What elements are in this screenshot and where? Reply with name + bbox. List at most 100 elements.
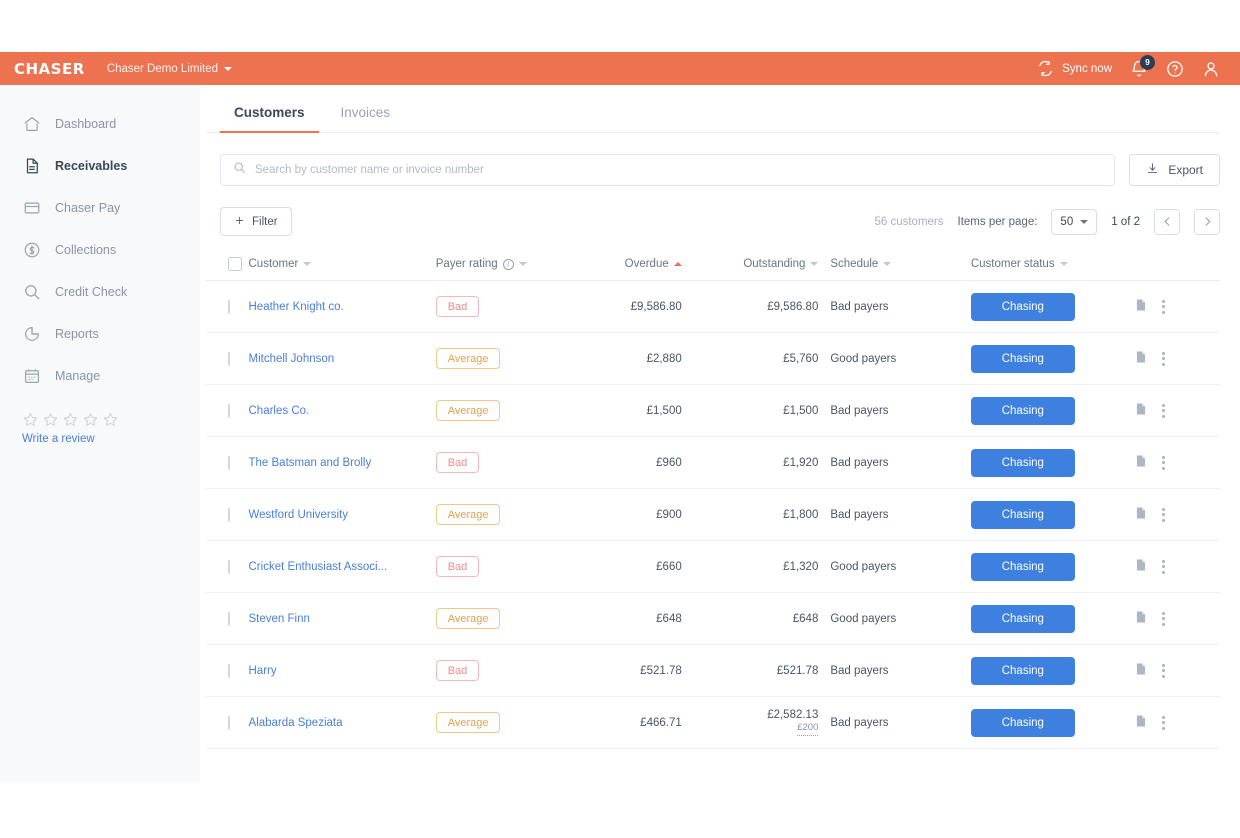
items-per-page-select[interactable]: 50 bbox=[1051, 208, 1098, 235]
star-rating[interactable] bbox=[22, 411, 200, 428]
sidebar-item-receivables[interactable]: Receivables bbox=[0, 145, 200, 187]
row-checkbox[interactable] bbox=[228, 663, 230, 678]
more-vertical-icon[interactable] bbox=[1161, 715, 1165, 730]
export-label: Export bbox=[1168, 163, 1203, 177]
customer-link[interactable]: Charles Co. bbox=[249, 405, 310, 417]
note-icon[interactable] bbox=[1134, 610, 1148, 627]
search-input[interactable] bbox=[255, 164, 1103, 176]
pagination-controls: 56 customers Items per page: 50 1 of 2 bbox=[874, 208, 1220, 235]
notifications-button[interactable]: 9 bbox=[1130, 54, 1155, 78]
row-checkbox[interactable] bbox=[228, 351, 230, 366]
write-a-review-link[interactable]: Write a review bbox=[22, 433, 200, 445]
row-checkbox[interactable] bbox=[228, 299, 230, 314]
customer-link[interactable]: Steven Finn bbox=[249, 613, 310, 625]
row-checkbox[interactable] bbox=[228, 611, 230, 626]
org-switcher[interactable]: Chaser Demo Limited bbox=[107, 63, 232, 75]
sidebar-item-manage[interactable]: Manage bbox=[0, 355, 200, 397]
sidebar-item-reports[interactable]: Reports bbox=[0, 313, 200, 355]
customer-link[interactable]: Alabarda Speziata bbox=[249, 717, 343, 729]
table-row[interactable]: The Batsman and Brolly Bad £960 £1,920 Bad p… bbox=[206, 436, 1220, 489]
note-icon[interactable] bbox=[1134, 714, 1148, 731]
more-vertical-icon[interactable] bbox=[1161, 403, 1165, 418]
note-icon[interactable] bbox=[1134, 350, 1148, 367]
customer-link[interactable]: Westford University bbox=[249, 509, 348, 521]
chasing-button[interactable]: Chasing bbox=[970, 344, 1075, 373]
column-overdue[interactable]: Overdue bbox=[577, 249, 694, 281]
table-row[interactable]: Heather Knight co. Bad £9,586.80 £9,586.80 B… bbox=[206, 280, 1220, 333]
chasing-button[interactable]: Chasing bbox=[970, 396, 1075, 425]
customer-link[interactable]: Mitchell Johnson bbox=[249, 353, 335, 365]
chevron-down-icon bbox=[1080, 219, 1089, 224]
export-button[interactable]: Export bbox=[1129, 154, 1220, 186]
chasing-button[interactable]: Chasing bbox=[970, 292, 1075, 321]
sidebar-item-chaser-pay[interactable]: Chaser Pay bbox=[0, 187, 200, 229]
help-icon[interactable] bbox=[1166, 60, 1184, 78]
sidebar-item-label: Manage bbox=[55, 369, 101, 383]
document-icon bbox=[22, 157, 41, 176]
row-select-cell bbox=[206, 280, 249, 333]
table-row[interactable]: Cricket Enthusiast Associ... Bad £660 £1,32… bbox=[206, 540, 1220, 593]
column-schedule[interactable]: Schedule bbox=[830, 249, 957, 281]
row-select-cell bbox=[206, 592, 249, 645]
note-icon[interactable] bbox=[1134, 662, 1148, 679]
tab-invoices[interactable]: Invoices bbox=[327, 105, 405, 132]
column-outstanding[interactable]: Outstanding bbox=[693, 249, 831, 281]
note-icon[interactable] bbox=[1134, 454, 1148, 471]
customer-link[interactable]: The Batsman and Brolly bbox=[249, 457, 372, 469]
more-vertical-icon[interactable] bbox=[1161, 299, 1165, 314]
table-row[interactable]: Alabarda Speziata Average £466.71 £2,582.13… bbox=[206, 696, 1220, 749]
row-checkbox[interactable] bbox=[228, 559, 230, 574]
more-vertical-icon[interactable] bbox=[1161, 455, 1165, 470]
table-row[interactable]: Charles Co. Average £1,500 £1,500 Bad payers… bbox=[206, 384, 1220, 437]
chasing-button[interactable]: Chasing bbox=[970, 708, 1075, 737]
filter-button[interactable]: Filter bbox=[220, 207, 292, 236]
row-select-cell bbox=[206, 436, 249, 489]
chaser-logo[interactable]: CHASER bbox=[14, 60, 85, 78]
chasing-button[interactable]: Chasing bbox=[970, 448, 1075, 477]
row-checkbox[interactable] bbox=[228, 507, 230, 522]
row-checkbox[interactable] bbox=[228, 715, 230, 730]
row-checkbox[interactable] bbox=[228, 455, 230, 470]
customer-link[interactable]: Harry bbox=[249, 665, 277, 677]
column-customer-status[interactable]: Customer status bbox=[956, 249, 1134, 281]
note-icon[interactable] bbox=[1134, 298, 1148, 315]
row-checkbox[interactable] bbox=[228, 403, 230, 418]
customer-status-cell: Chasing bbox=[956, 332, 1134, 385]
customer-link[interactable]: Heather Knight co. bbox=[249, 301, 344, 313]
note-icon[interactable] bbox=[1134, 402, 1148, 419]
table-row[interactable]: Mitchell Johnson Average £2,880 £5,760 Good … bbox=[206, 332, 1220, 385]
sidebar-item-credit-check[interactable]: Credit Check bbox=[0, 271, 200, 313]
column-customer[interactable]: Customer bbox=[248, 249, 436, 281]
note-icon[interactable] bbox=[1134, 558, 1148, 575]
chasing-button[interactable]: Chasing bbox=[970, 656, 1075, 685]
more-vertical-icon[interactable] bbox=[1161, 663, 1165, 678]
row-select-cell bbox=[206, 488, 249, 541]
user-icon[interactable] bbox=[1202, 60, 1220, 78]
tab-customers[interactable]: Customers bbox=[220, 105, 319, 133]
prev-page-button[interactable] bbox=[1154, 208, 1180, 235]
outstanding-sub-value[interactable]: £200 bbox=[797, 721, 819, 736]
more-vertical-icon[interactable] bbox=[1161, 351, 1165, 366]
more-vertical-icon[interactable] bbox=[1161, 611, 1165, 626]
table-row[interactable]: Westford University Average £900 £1,800 Bad … bbox=[206, 488, 1220, 541]
overdue-cell: £9,586.80 bbox=[577, 280, 694, 333]
chasing-button[interactable]: Chasing bbox=[970, 500, 1075, 529]
more-vertical-icon[interactable] bbox=[1161, 559, 1165, 574]
row-actions-cell bbox=[1133, 592, 1220, 645]
more-vertical-icon[interactable] bbox=[1161, 507, 1165, 522]
select-all-checkbox[interactable] bbox=[228, 257, 242, 271]
column-payer-rating[interactable]: Payer rating i bbox=[435, 249, 578, 281]
table-row[interactable]: Harry Bad £521.78 £521.78 Bad payers Chasing bbox=[206, 644, 1220, 697]
table-row[interactable]: Steven Finn Average £648 £648 Good payers Cha… bbox=[206, 592, 1220, 645]
info-icon[interactable]: i bbox=[502, 258, 514, 270]
sidebar-item-dashboard[interactable]: Dashboard bbox=[0, 103, 200, 145]
sync-now-button[interactable]: Sync now bbox=[1037, 60, 1112, 77]
search-box[interactable] bbox=[220, 154, 1116, 186]
chasing-button[interactable]: Chasing bbox=[970, 552, 1075, 581]
next-page-button[interactable] bbox=[1194, 208, 1220, 235]
note-icon[interactable] bbox=[1134, 506, 1148, 523]
customer-link[interactable]: Cricket Enthusiast Associ... bbox=[249, 561, 388, 573]
outstanding-value: £1,500 bbox=[783, 404, 819, 417]
chasing-button[interactable]: Chasing bbox=[970, 604, 1075, 633]
sidebar-item-collections[interactable]: Collections bbox=[0, 229, 200, 271]
